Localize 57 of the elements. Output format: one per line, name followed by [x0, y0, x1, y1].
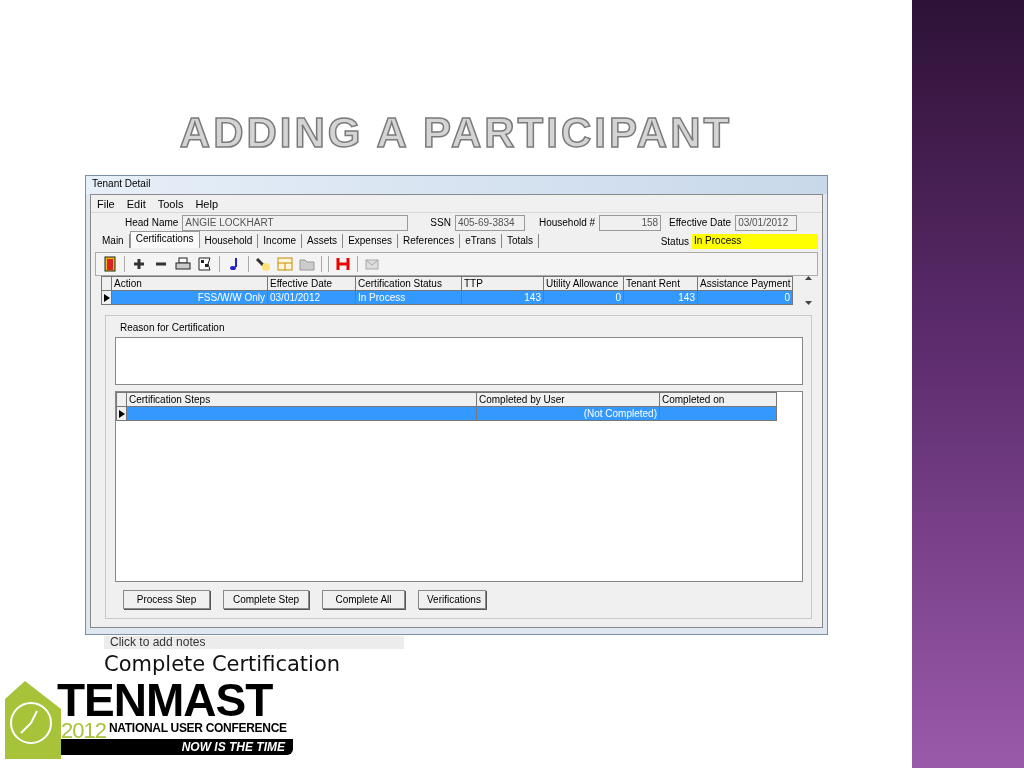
text-area[interactable] [115, 337, 803, 385]
column-header[interactable]: TTP [461, 276, 544, 291]
tab[interactable]: Income [258, 234, 303, 248]
tab[interactable]: Household [199, 234, 259, 248]
column-header[interactable]: Completed on [659, 392, 777, 407]
logo-tagline: NOW IS THE TIME [61, 739, 293, 755]
row-pointer-icon [117, 408, 126, 419]
column-header[interactable]: Effective Date [267, 276, 356, 291]
h-letter-icon[interactable] [335, 256, 351, 272]
row-selector[interactable] [101, 290, 112, 305]
status-label: Status [660, 235, 689, 247]
scroll-down-icon[interactable] [805, 301, 812, 305]
logo-year: 2012 [61, 720, 106, 742]
menu-item[interactable]: Tools [157, 197, 184, 210]
menu-item[interactable]: Help [195, 197, 218, 210]
tab[interactable]: eTrans [460, 234, 502, 248]
field-label: Reason for Certification [120, 322, 226, 333]
window-title: Tenant Detail [86, 176, 827, 194]
tab[interactable]: References [398, 234, 461, 248]
slide-caption: Complete Certification [104, 651, 342, 677]
text-field[interactable]: 405-69-3834 [454, 214, 525, 231]
column-header[interactable]: Utility Allowance [543, 276, 624, 291]
button[interactable]: Complete All [322, 590, 405, 609]
tab[interactable]: Certifications [129, 231, 200, 248]
column-header[interactable]: Completed by User [476, 392, 660, 407]
column-header[interactable]: Certification Steps [126, 392, 477, 407]
flashlight-icon[interactable] [255, 256, 271, 272]
menu-item[interactable]: File [97, 197, 115, 210]
button[interactable]: Process Step [123, 590, 210, 609]
column-header[interactable]: Assistance Payment [697, 276, 793, 291]
text-field[interactable]: 158 [599, 214, 662, 231]
logo-subtitle: NATIONAL USER CONFERENCE [109, 721, 287, 735]
plus-icon[interactable] [131, 256, 147, 272]
row-selector[interactable] [116, 406, 127, 421]
column-header[interactable]: Certification Status [355, 276, 462, 291]
tab[interactable]: Expenses [343, 234, 399, 248]
field-label: SSN [430, 217, 451, 228]
field-label: Household # [538, 217, 596, 228]
column-header[interactable]: Action [111, 276, 268, 291]
door-icon[interactable] [102, 256, 118, 272]
button[interactable]: Complete Step [223, 590, 309, 609]
notes-field[interactable]: Click to add notes [104, 636, 404, 649]
row-pointer-icon [102, 292, 111, 303]
button[interactable]: Verifications [418, 590, 486, 609]
field-label: Head Name [125, 217, 179, 228]
tab[interactable]: Main [97, 234, 130, 248]
tab[interactable]: Assets [302, 234, 344, 248]
slide-title: ADDING A PARTICIPANT [178, 108, 734, 158]
field-label: Effective Date [669, 217, 732, 228]
logo-wordmark: TENMAST [57, 681, 273, 719]
text-field[interactable]: 03/01/2012 [735, 214, 798, 231]
printer-icon[interactable] [175, 256, 191, 272]
menu-item[interactable]: Edit [126, 197, 146, 210]
status-field[interactable]: In Process [692, 233, 818, 249]
text-field[interactable]: ANGIE LOCKHART [182, 214, 409, 231]
column-header[interactable]: Tenant Rent [623, 276, 698, 291]
tab[interactable]: Totals [501, 234, 540, 248]
